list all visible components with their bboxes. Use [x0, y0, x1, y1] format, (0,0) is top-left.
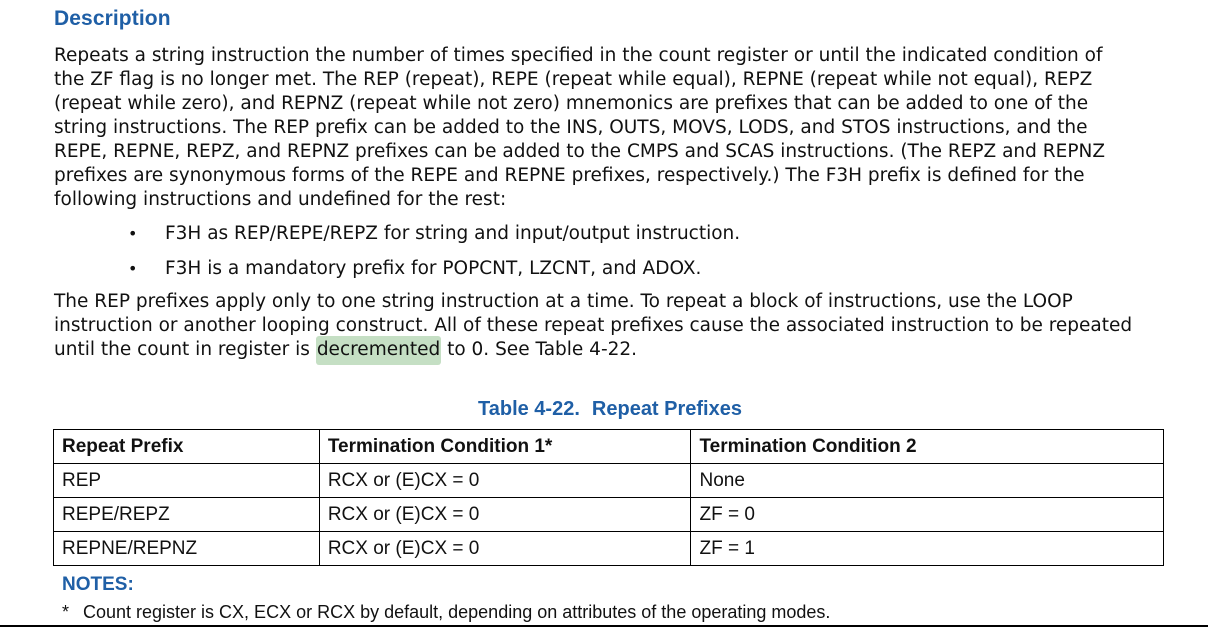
- table-row: REPE/REPZ RCX or (E)CX = 0 ZF = 0: [53, 497, 1164, 532]
- table-cell: REP: [53, 463, 320, 498]
- bullet-text: F3H as REP/REPE/REPZ for string and inpu…: [165, 223, 741, 244]
- table-cell: ZF = 1: [690, 531, 1164, 566]
- footnote: * Count register is CX, ECX or RCX by def…: [62, 602, 830, 623]
- table-caption-number: Table 4-22.: [478, 398, 580, 420]
- column-header: Termination Condition 2: [690, 429, 1164, 464]
- bullet-dot-icon: •: [128, 224, 138, 243]
- table-cell: REPE/REPZ: [53, 497, 320, 532]
- paragraph-line: following instructions and undefined for…: [54, 189, 507, 210]
- table-cell: None: [690, 463, 1164, 498]
- table-row: REP RCX or (E)CX = 0 None: [53, 463, 1164, 498]
- paragraph-line: the ZF flag is no longer met. The REP (r…: [54, 69, 1093, 90]
- table-cell: RCX or (E)CX = 0: [318, 531, 692, 566]
- column-header: Termination Condition 1*: [318, 429, 692, 464]
- table-caption-title: Repeat Prefixes: [591, 398, 742, 420]
- paragraph-line: string instructions. The REP prefix can …: [54, 117, 1088, 138]
- paragraph-line: prefixes are synonymous forms of the REP…: [54, 165, 1085, 186]
- bullet-text: F3H is a mandatory prefix for POPCNT, LZ…: [165, 258, 702, 279]
- paragraph-line: instruction or another looping construct…: [54, 315, 1133, 336]
- text-highlight[interactable]: decremented: [315, 336, 442, 365]
- column-header: Repeat Prefix: [53, 429, 320, 464]
- table-cell: REPNE/REPNZ: [53, 531, 320, 566]
- table-cell: RCX or (E)CX = 0: [318, 497, 692, 532]
- paragraph-line: Repeats a string instruction the number …: [54, 45, 1103, 66]
- paragraph-line: REPE, REPNE, REPZ, and REPNZ prefixes ca…: [54, 141, 1105, 162]
- section-heading: Description: [54, 7, 171, 30]
- paragraph-line: until the count in register is decrement…: [54, 336, 1184, 365]
- table-cell: RCX or (E)CX = 0: [318, 463, 692, 498]
- footnote-marker: *: [62, 602, 70, 622]
- bullet-dot-icon: •: [128, 259, 138, 278]
- table-cell: ZF = 0: [690, 497, 1164, 532]
- table-row: REPNE/REPNZ RCX or (E)CX = 0 ZF = 1: [53, 531, 1164, 566]
- repeat-prefixes-table: Repeat Prefix Termination Condition 1* T…: [53, 429, 1164, 566]
- paragraph-line: The REP prefixes apply only to one strin…: [54, 291, 1073, 312]
- description-paragraph: Repeats a string instruction the number …: [54, 44, 1184, 212]
- document-page: Description Repeats a string instruction…: [0, 0, 1208, 627]
- table-header-row: Repeat Prefix Termination Condition 1* T…: [53, 429, 1164, 464]
- text-run: until the count in register is: [54, 339, 316, 360]
- text-run: to 0. See Table 4-22.: [441, 339, 638, 360]
- paragraph-line: (repeat while zero), and REPNZ (repeat w…: [54, 93, 1089, 114]
- notes-title: NOTES:: [62, 574, 134, 595]
- table-caption: Table 4-22. Repeat Prefixes: [0, 398, 1208, 421]
- footnote-text: Count register is CX, ECX or RCX by defa…: [83, 602, 831, 622]
- repeat-paragraph: The REP prefixes apply only to one strin…: [54, 290, 1184, 365]
